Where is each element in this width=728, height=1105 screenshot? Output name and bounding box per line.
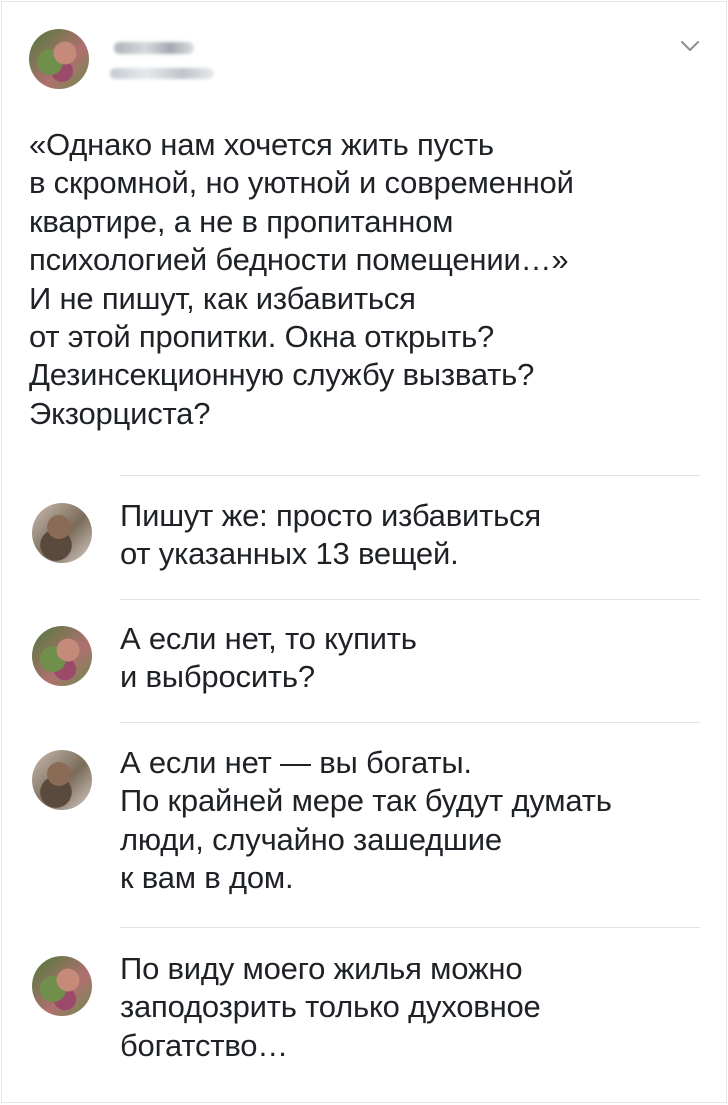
author-avatar[interactable] <box>29 29 89 89</box>
post-header <box>2 2 726 112</box>
reply-avatar[interactable] <box>32 750 92 810</box>
post-text: «Однако нам хочется жить пусть в скромно… <box>29 127 574 431</box>
divider <box>120 722 700 723</box>
divider <box>120 927 700 928</box>
divider <box>120 599 700 600</box>
comment-thread: «Однако нам хочется жить пусть в скромно… <box>1 1 727 1103</box>
reply-text: А если нет — вы богаты. По крайней мере … <box>120 745 612 896</box>
reply-text: Пишут же: просто избавиться от указанных… <box>120 498 541 572</box>
reply-text: По виду моего жилья можно заподозрить то… <box>120 951 541 1063</box>
divider <box>120 475 700 476</box>
reply-avatar[interactable] <box>32 626 92 686</box>
chevron-down-icon[interactable] <box>678 36 702 56</box>
reply-avatar[interactable] <box>32 956 92 1016</box>
author-name-redacted <box>114 42 194 54</box>
post-date-redacted <box>110 68 214 79</box>
reply-avatar[interactable] <box>32 503 92 563</box>
reply-text: А если нет, то купить и выбросить? <box>120 621 417 695</box>
